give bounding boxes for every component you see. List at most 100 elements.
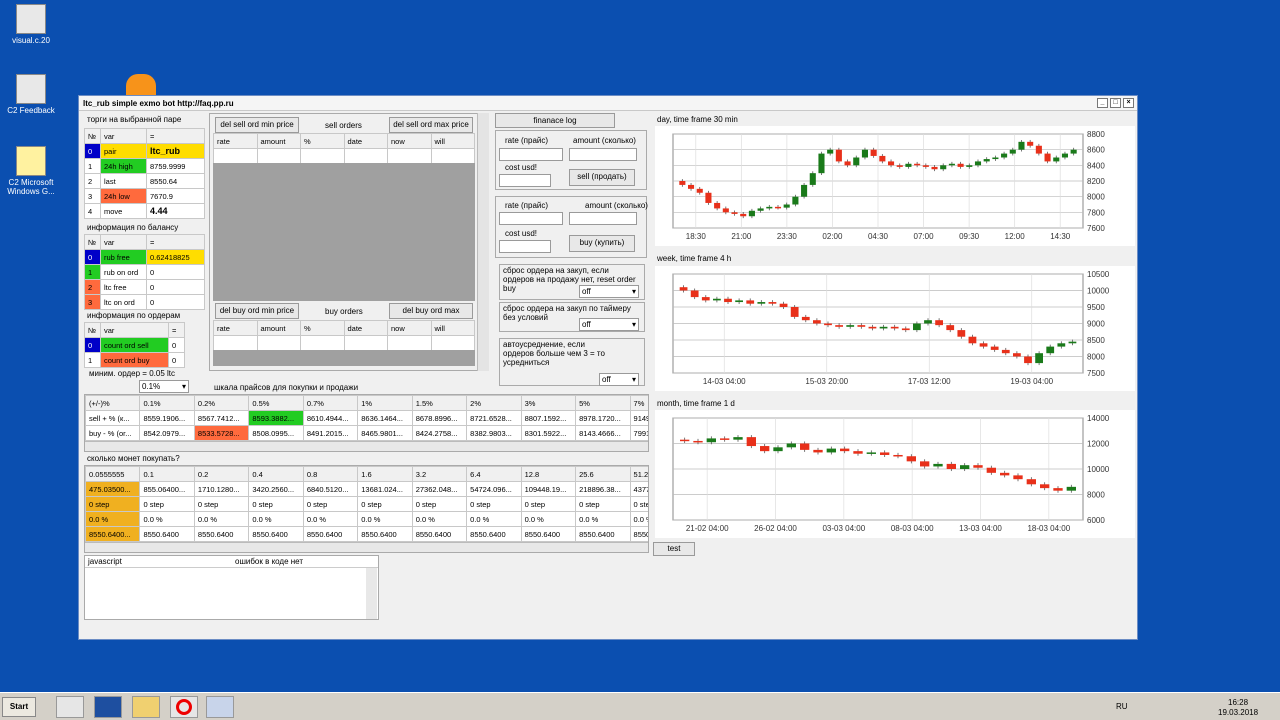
cell: 0.62418825 bbox=[146, 249, 205, 265]
test-button[interactable]: test bbox=[653, 542, 695, 556]
cell: 0 bbox=[168, 352, 185, 368]
table-row[interactable]: 1 count ord buy 0 bbox=[84, 352, 185, 368]
candle-body bbox=[835, 325, 843, 327]
sell-orders-empty-area bbox=[213, 163, 475, 301]
col-header: % bbox=[300, 320, 345, 336]
sell-button[interactable]: sell (продать) bbox=[569, 169, 635, 186]
y-tick-label: 9000 bbox=[1087, 320, 1105, 329]
table-row[interactable]: sell + % (к... 8559.1906... 8567.7412...… bbox=[85, 410, 648, 426]
javascript-editor[interactable] bbox=[88, 570, 364, 618]
javascript-tab[interactable]: javascript bbox=[88, 557, 122, 566]
js-scrollbar[interactable] bbox=[366, 568, 377, 619]
divider bbox=[85, 567, 378, 568]
del-buy-max-button[interactable]: del buy ord max bbox=[389, 303, 473, 319]
candle-body bbox=[1044, 153, 1051, 162]
cell: 8550.6400 bbox=[357, 526, 413, 542]
language-indicator[interactable]: RU bbox=[1116, 702, 1128, 711]
buy-orders-empty-area bbox=[213, 350, 475, 366]
table-row[interactable] bbox=[213, 148, 475, 164]
del-sell-max-button[interactable]: del sell ord max price bbox=[389, 117, 473, 133]
cell: 109448.19... bbox=[520, 481, 577, 497]
maximize-button[interactable]: □ bbox=[1110, 98, 1121, 108]
candle-body bbox=[813, 320, 821, 324]
candle-body bbox=[733, 437, 743, 440]
buy-cost-input[interactable] bbox=[499, 240, 551, 253]
table-row[interactable]: 3 24h low 7670.9 bbox=[84, 188, 205, 204]
col-header: = bbox=[146, 234, 205, 250]
table-row[interactable]: 2 last 8550.64 bbox=[84, 173, 205, 189]
cell: 0 bbox=[146, 279, 205, 295]
table-row[interactable]: 0.0 % 0.0 % 0.0 % 0.0 % 0.0 % 0.0 % 0.0 … bbox=[85, 511, 648, 527]
sell-cost-input[interactable] bbox=[499, 174, 551, 187]
coins-hscrollbar[interactable] bbox=[85, 542, 648, 552]
start-button[interactable]: Start bbox=[2, 697, 36, 717]
sell-orders-title: sell orders bbox=[325, 121, 362, 130]
price-scale-title: шкала прайсов для покупки и продажи bbox=[214, 383, 359, 392]
candle-body bbox=[1053, 157, 1060, 162]
document-icon bbox=[16, 74, 46, 104]
buy-amount-input[interactable] bbox=[569, 212, 637, 225]
candle-body bbox=[696, 188, 703, 193]
table-row[interactable]: 0 rub free 0.62418825 bbox=[84, 249, 205, 265]
sell-rate-input[interactable] bbox=[499, 148, 563, 161]
table-row[interactable]: 1 24h high 8759.9999 bbox=[84, 158, 205, 174]
sell-amount-input[interactable] bbox=[569, 148, 637, 161]
orders-scrollbar[interactable] bbox=[477, 113, 489, 371]
app-window-icon[interactable] bbox=[206, 696, 234, 718]
server-manager-icon[interactable] bbox=[56, 696, 84, 718]
table-row[interactable]: 0 pair ltc_rub bbox=[84, 143, 205, 159]
min-order-select[interactable]: 0.1% bbox=[139, 380, 189, 393]
col-header: var bbox=[100, 128, 147, 144]
desktop-icon-label: C2 Feedback bbox=[7, 106, 55, 115]
desktop-icon-label: C2 Microsoft Windows G... bbox=[7, 178, 55, 196]
table-row[interactable]: 2 ltc free 0 bbox=[84, 279, 205, 295]
desktop-icon-windows[interactable]: C2 Microsoft Windows G... bbox=[0, 146, 62, 196]
buy-rate-input[interactable] bbox=[499, 212, 563, 225]
close-button[interactable]: × bbox=[1123, 98, 1134, 108]
x-tick-label: 03-03 04:00 bbox=[822, 524, 865, 533]
reset-order-select[interactable]: off bbox=[579, 285, 639, 298]
desktop-icon-visual[interactable]: visual.c.20 bbox=[0, 4, 62, 45]
minimize-button[interactable]: _ bbox=[1097, 98, 1108, 108]
cell: 855.06400... bbox=[139, 481, 195, 497]
desktop-icon-feedback[interactable]: C2 Feedback bbox=[0, 74, 62, 115]
price-scale-table: (+/-)% 0.1% 0.2% 0.5% 0.7% 1% 1.5% 2% 3%… bbox=[85, 395, 648, 441]
price-scale-hscrollbar[interactable] bbox=[85, 441, 648, 451]
table-row[interactable]: buy - % (or... 8542.0979... 8533.5728...… bbox=[85, 425, 648, 441]
finance-log-button[interactable]: finanace log bbox=[495, 113, 615, 128]
buy-button[interactable]: buy (купить) bbox=[569, 235, 635, 252]
cell: 0 bbox=[84, 337, 101, 353]
cell: 2 bbox=[84, 279, 101, 295]
table-row[interactable] bbox=[213, 335, 475, 351]
candle-body bbox=[792, 196, 799, 205]
del-buy-min-button[interactable]: del buy ord min price bbox=[215, 303, 299, 319]
averaging-select[interactable]: off bbox=[599, 373, 639, 386]
candle-body bbox=[890, 326, 899, 329]
folder-icon[interactable] bbox=[132, 696, 160, 718]
opera-icon[interactable] bbox=[170, 696, 198, 718]
timer-reset-select[interactable]: off bbox=[579, 318, 639, 331]
table-row[interactable]: 8550.6400... 8550.6400 8550.6400 8550.64… bbox=[85, 526, 648, 542]
x-tick-label: 17-03 12:00 bbox=[908, 377, 951, 386]
table-row[interactable]: 0 step 0 step 0 step 0 step 0 step 0 ste… bbox=[85, 496, 648, 512]
cell: 8424.2758... bbox=[411, 425, 468, 441]
candle-body bbox=[946, 325, 955, 331]
powershell-icon[interactable] bbox=[94, 696, 122, 718]
y-tick-label: 8000 bbox=[1087, 491, 1105, 500]
table-row[interactable]: 3 ltc on ord 0 bbox=[84, 294, 205, 310]
cell: 8550.6400 bbox=[466, 526, 522, 542]
table-row[interactable]: 0 count ord sell 0 bbox=[84, 337, 185, 353]
table-row[interactable]: 475.03500... 855.06400... 1710.1280... 3… bbox=[85, 481, 648, 497]
cell: 0 bbox=[168, 337, 185, 353]
y-tick-label: 6000 bbox=[1087, 516, 1105, 525]
table-row[interactable]: 1 rub on ord 0 bbox=[84, 264, 205, 280]
window-title: ltc_rub simple exmo bot http://faq.pp.ru bbox=[83, 98, 234, 108]
del-sell-min-button[interactable]: del sell ord min price bbox=[215, 117, 299, 133]
bitcoin-icon[interactable] bbox=[126, 74, 156, 96]
table-row[interactable]: 4 move 4.44 bbox=[84, 203, 205, 219]
col-header: rate bbox=[213, 320, 258, 336]
candle-body bbox=[1035, 353, 1043, 364]
window-titlebar[interactable]: ltc_rub simple exmo bot http://faq.pp.ru… bbox=[79, 96, 1137, 111]
cell: 27362.048... bbox=[411, 481, 468, 497]
x-tick-label: 14-03 04:00 bbox=[703, 377, 746, 386]
